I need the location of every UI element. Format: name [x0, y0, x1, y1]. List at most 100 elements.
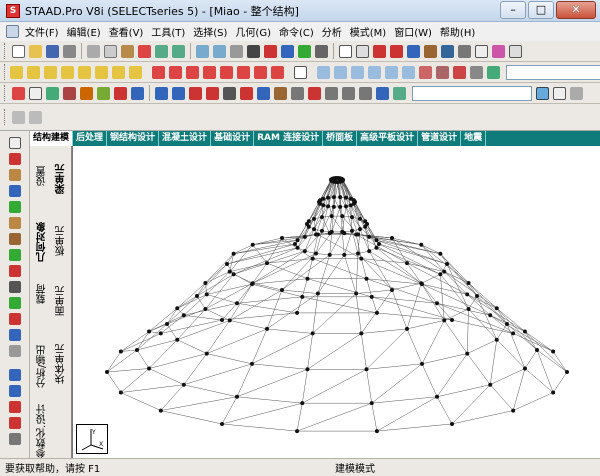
beam-member[interactable] [376, 423, 453, 432]
beam-member[interactable] [251, 333, 313, 365]
node-point[interactable] [535, 348, 539, 352]
side-tab-geometry[interactable]: 几何对象 [35, 200, 49, 262]
node-point[interactable] [374, 429, 379, 434]
beam-member[interactable] [406, 283, 422, 329]
offset-icon[interactable] [131, 86, 144, 100]
beam-member[interactable] [160, 396, 238, 411]
beam-member[interactable] [467, 339, 497, 354]
node-point[interactable] [165, 322, 169, 326]
node-point[interactable] [312, 216, 317, 221]
beam-member[interactable] [148, 368, 184, 385]
beam-member[interactable] [312, 293, 357, 334]
beam-member[interactable] [371, 403, 378, 432]
select-node-icon[interactable] [373, 44, 386, 58]
node-point[interactable] [438, 272, 443, 277]
node-point[interactable] [280, 236, 284, 241]
frame-icon[interactable] [9, 369, 21, 381]
translational-repeat-icon[interactable] [155, 86, 168, 100]
menu-window[interactable]: 窗口(W) [390, 24, 436, 39]
output-icon[interactable] [553, 86, 566, 100]
node-point[interactable] [181, 313, 186, 318]
display-icon[interactable] [436, 65, 449, 79]
node-point[interactable] [195, 294, 199, 298]
beam-member[interactable] [552, 351, 568, 373]
tab-modeling[interactable]: 结构建模 [30, 131, 74, 146]
cross-icon[interactable] [9, 313, 21, 325]
beam-member[interactable] [366, 369, 372, 404]
tab-foundation-design[interactable]: 基础设计 [211, 131, 255, 146]
beam-member[interactable] [421, 320, 445, 364]
node-point[interactable] [250, 242, 255, 247]
menu-commands[interactable]: 命令(C) [275, 24, 318, 39]
node-point[interactable] [342, 252, 347, 257]
node-point[interactable] [310, 256, 315, 261]
shade-icon[interactable] [470, 65, 483, 79]
beam-member[interactable] [183, 384, 238, 398]
node-point[interactable] [363, 219, 368, 224]
truss-icon[interactable] [9, 401, 21, 413]
node-point[interactable] [315, 291, 320, 296]
add-solid-icon[interactable] [274, 86, 287, 100]
node-point[interactable] [344, 195, 348, 200]
rotate-left-icon[interactable] [186, 65, 199, 79]
load-cursor-icon[interactable] [9, 281, 21, 293]
node-point[interactable] [354, 291, 359, 296]
node-point[interactable] [522, 366, 527, 371]
beam-member[interactable] [513, 333, 554, 352]
copy-icon[interactable] [104, 44, 117, 58]
beam-member[interactable] [406, 262, 445, 272]
tab-concrete-design[interactable]: 混凝土设计 [159, 131, 212, 146]
node-point[interactable] [357, 216, 362, 221]
hammer-icon[interactable] [315, 44, 328, 58]
menu-help[interactable]: 帮助(H) [436, 24, 479, 39]
beam-member[interactable] [513, 392, 554, 411]
node-point[interactable] [340, 177, 345, 182]
node-point[interactable] [225, 262, 229, 266]
mesh-icon[interactable] [393, 86, 406, 100]
beam-member[interactable] [166, 295, 198, 325]
beam-member[interactable] [421, 353, 468, 365]
beam-member[interactable] [177, 320, 230, 340]
cursor-icon[interactable] [475, 44, 488, 58]
beam-member[interactable] [369, 250, 422, 284]
node-point[interactable] [204, 351, 209, 356]
beam-member[interactable] [296, 402, 372, 432]
node-point[interactable] [235, 301, 239, 306]
side-tab-loads[interactable]: 载荷 [35, 274, 49, 304]
page-icon[interactable] [339, 44, 352, 58]
node-point[interactable] [374, 310, 379, 315]
beam-member[interactable] [341, 231, 345, 255]
move-icon[interactable] [223, 86, 236, 100]
node-point[interactable] [369, 401, 374, 406]
node-point[interactable] [338, 204, 343, 209]
target-icon[interactable] [254, 65, 267, 79]
column-icon[interactable] [9, 385, 21, 397]
beam-member[interactable] [524, 331, 538, 351]
spin-right-icon[interactable] [237, 65, 250, 79]
side-tab-setup[interactable]: 设置 [35, 150, 49, 186]
beam-member[interactable] [355, 253, 359, 294]
zoom-previous-icon[interactable] [385, 65, 398, 79]
node-point[interactable] [374, 245, 379, 250]
view-bottom-icon[interactable] [112, 65, 125, 79]
rotate-right-icon[interactable] [203, 65, 216, 79]
node-point[interactable] [565, 370, 569, 374]
view-iso-icon[interactable] [129, 65, 142, 79]
member-query-icon[interactable] [12, 86, 25, 100]
render-icon[interactable] [453, 65, 466, 79]
beam-member[interactable] [444, 271, 497, 309]
node-point[interactable] [511, 408, 516, 413]
beam-member[interactable] [251, 283, 303, 298]
node-point[interactable] [450, 421, 454, 426]
beam-member[interactable] [206, 353, 253, 365]
parallel-icon[interactable] [9, 329, 21, 341]
node-point[interactable] [302, 249, 307, 254]
node-point[interactable] [435, 301, 439, 306]
beam-member[interactable] [148, 308, 178, 332]
beam-member[interactable] [221, 396, 238, 425]
beam-member[interactable] [467, 294, 526, 332]
group-icon[interactable] [9, 297, 21, 309]
menu-tools[interactable]: 工具(T) [147, 24, 189, 39]
tab-steel-design[interactable]: 钢结构设计 [107, 131, 160, 146]
node-point[interactable] [147, 329, 152, 334]
